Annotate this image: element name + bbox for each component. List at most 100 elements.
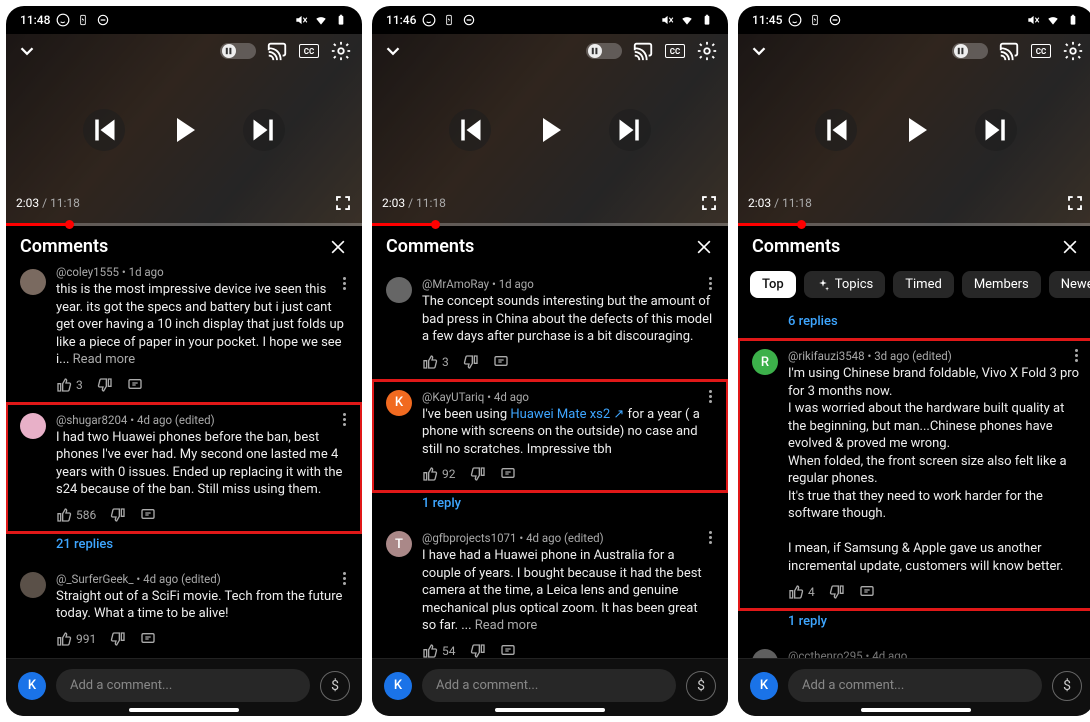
collapse-icon[interactable]	[382, 40, 404, 62]
autoplay-toggle[interactable]	[952, 43, 988, 59]
cast-icon[interactable]	[632, 40, 654, 62]
dislike-button[interactable]	[463, 354, 479, 370]
like-button[interactable]: 4	[788, 584, 815, 600]
comment-link[interactable]: Huawei Mate xs2 ↗	[510, 407, 624, 422]
previous-button[interactable]	[815, 109, 857, 151]
comment-menu-button[interactable]	[702, 390, 718, 403]
captions-icon[interactable]: CC	[1030, 40, 1052, 62]
avatar[interactable]: K	[386, 390, 412, 416]
autoplay-toggle[interactable]	[220, 43, 256, 59]
close-icon[interactable]	[1060, 237, 1080, 257]
like-button[interactable]: 3	[422, 354, 449, 370]
dislike-button[interactable]	[470, 466, 486, 482]
reply-button[interactable]	[140, 507, 156, 523]
replies-link[interactable]: 1 reply	[738, 610, 1090, 639]
my-avatar[interactable]: K	[18, 672, 46, 700]
progress-bar[interactable]	[6, 223, 362, 226]
comment-menu-button[interactable]	[1068, 349, 1084, 362]
read-more[interactable]: Read more	[73, 352, 136, 367]
dislike-button[interactable]	[470, 643, 486, 658]
reply-button[interactable]	[500, 466, 516, 482]
close-icon[interactable]	[328, 237, 348, 257]
dislike-button[interactable]	[97, 377, 113, 393]
comment-input[interactable]: Add a comment...	[422, 669, 676, 702]
gear-icon[interactable]	[330, 40, 352, 62]
play-button[interactable]	[539, 118, 561, 142]
reply-button[interactable]	[500, 643, 516, 658]
replies-link[interactable]: 21 replies	[6, 533, 362, 562]
captions-icon[interactable]: CC	[664, 40, 686, 62]
charging-icon	[76, 13, 90, 27]
like-button[interactable]: 54	[422, 643, 456, 658]
reply-button[interactable]	[127, 377, 143, 393]
play-button[interactable]	[173, 118, 195, 142]
comment-menu-button[interactable]	[336, 572, 352, 585]
progress-bar[interactable]	[372, 223, 728, 226]
chip-topics[interactable]: Topics	[804, 271, 886, 298]
reply-button[interactable]	[859, 584, 875, 600]
fullscreen-icon[interactable]	[1066, 194, 1084, 212]
fullscreen-icon[interactable]	[700, 194, 718, 212]
comment-list[interactable]: 6 replies R @rikifauzi3548 • 3d ago (edi…	[738, 310, 1090, 658]
next-button[interactable]	[243, 109, 285, 151]
comment-menu-button[interactable]	[336, 413, 352, 426]
replies-link[interactable]: 6 replies	[738, 310, 1090, 339]
comment-list[interactable]: @MrAmoRay • 1d ago The concept sounds in…	[372, 267, 728, 658]
comment-menu-button[interactable]	[702, 531, 718, 544]
like-button[interactable]: 3	[56, 377, 83, 393]
avatar[interactable]	[20, 269, 46, 295]
my-avatar[interactable]: K	[384, 672, 412, 700]
cast-icon[interactable]	[998, 40, 1020, 62]
progress-bar[interactable]	[738, 223, 1090, 226]
comment-list[interactable]: @coley1555 • 1d ago this is the most imp…	[6, 267, 362, 658]
comment-input[interactable]: Add a comment...	[788, 669, 1042, 702]
gear-icon[interactable]	[1062, 40, 1084, 62]
like-button[interactable]: 991	[56, 631, 96, 647]
reply-button[interactable]	[493, 354, 509, 370]
previous-button[interactable]	[83, 109, 125, 151]
close-icon[interactable]	[694, 237, 714, 257]
reply-button[interactable]	[140, 631, 156, 647]
avatar[interactable]: T	[386, 531, 412, 557]
autoplay-toggle[interactable]	[586, 43, 622, 59]
video-player[interactable]: CC 2:03 / 11:18	[738, 34, 1090, 226]
like-button[interactable]: 92	[422, 466, 456, 482]
super-thanks-button[interactable]: $	[686, 671, 716, 701]
comment-input[interactable]: Add a comment...	[56, 669, 310, 702]
status-bar: 11:46	[372, 6, 728, 34]
my-avatar[interactable]: K	[750, 672, 778, 700]
avatar[interactable]: R	[752, 349, 778, 375]
chip-members[interactable]: Members	[962, 271, 1041, 298]
avatar[interactable]	[20, 572, 46, 598]
super-thanks-button[interactable]: $	[320, 671, 350, 701]
avatar[interactable]	[20, 413, 46, 439]
next-button[interactable]	[609, 109, 651, 151]
replies-link[interactable]: 37 replies	[6, 657, 362, 658]
replies-link[interactable]: 1 reply	[372, 492, 728, 521]
chip-newest[interactable]: Newest	[1049, 271, 1090, 298]
captions-icon[interactable]: CC	[298, 40, 320, 62]
comments-title: Comments	[386, 236, 474, 257]
chip-top[interactable]: Top	[750, 271, 796, 298]
collapse-icon[interactable]	[748, 40, 770, 62]
dislike-button[interactable]	[110, 507, 126, 523]
chip-timed[interactable]: Timed	[893, 271, 954, 298]
gear-icon[interactable]	[696, 40, 718, 62]
next-button[interactable]	[975, 109, 1017, 151]
play-button[interactable]	[905, 118, 927, 142]
avatar[interactable]	[752, 649, 778, 658]
comment-menu-button[interactable]	[336, 277, 352, 290]
dislike-button[interactable]	[110, 631, 126, 647]
collapse-icon[interactable]	[16, 40, 38, 62]
read-more[interactable]: Read more	[475, 618, 538, 633]
fullscreen-icon[interactable]	[334, 194, 352, 212]
video-player[interactable]: CC 2:03 / 11:18	[6, 34, 362, 226]
cast-icon[interactable]	[266, 40, 288, 62]
comment-menu-button[interactable]	[702, 277, 718, 290]
video-player[interactable]: CC 2:03 / 11:18	[372, 34, 728, 226]
previous-button[interactable]	[449, 109, 491, 151]
dislike-button[interactable]	[829, 584, 845, 600]
like-button[interactable]: 586	[56, 507, 96, 523]
avatar[interactable]	[386, 277, 412, 303]
super-thanks-button[interactable]: $	[1052, 671, 1082, 701]
